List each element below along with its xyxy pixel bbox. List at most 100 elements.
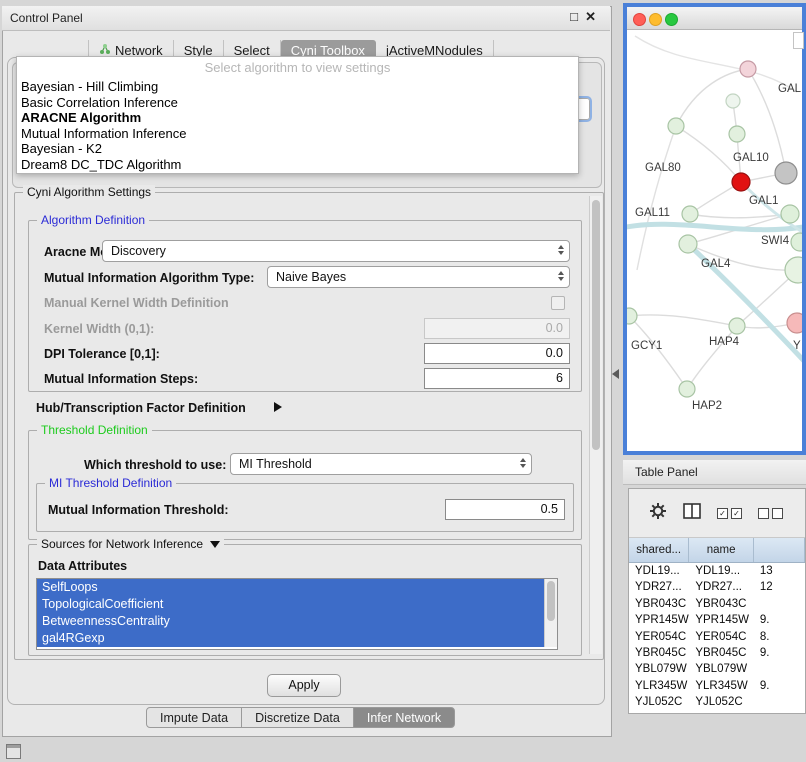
dpi-tolerance-field[interactable]: 0.0 xyxy=(424,343,570,364)
table-cell: YBR043C xyxy=(629,596,689,612)
which-threshold-select[interactable]: MI Threshold xyxy=(230,453,532,475)
network-node[interactable] xyxy=(781,205,799,223)
network-node[interactable] xyxy=(726,94,740,108)
attribute-list-item[interactable]: BetweennessCentrality xyxy=(37,613,547,630)
algorithm-menu-item[interactable]: Bayesian - Hill Climbing xyxy=(17,79,578,95)
algorithm-menu-item[interactable]: ARACNE Algorithm xyxy=(17,110,578,126)
algorithm-menu-item[interactable]: Basic Correlation Inference xyxy=(17,95,578,111)
table-row[interactable]: YJL052CYJL052C xyxy=(629,694,805,710)
kernel-width-field[interactable]: 0.0 xyxy=(424,318,570,339)
network-canvas[interactable]: GALGAL80GAL10GAL11GAL1SWI4GAL4GCY1HAP4YH… xyxy=(627,30,802,451)
manual-kernel-width-checkbox[interactable] xyxy=(551,296,565,310)
bottom-tab-discretize-data[interactable]: Discretize Data xyxy=(241,707,354,728)
network-node[interactable] xyxy=(775,162,797,184)
network-node[interactable] xyxy=(679,381,695,397)
mac-close-button[interactable] xyxy=(633,13,646,26)
table-cell: YJL052C xyxy=(689,694,754,710)
data-attributes-list[interactable]: SelfLoopsTopologicalCoefficientBetweenne… xyxy=(36,578,558,650)
kernel-width-label: Kernel Width (0,1): xyxy=(44,322,154,336)
table-cell: YJL052C xyxy=(629,694,689,710)
algorithm-menu-item[interactable]: Dream8 DC_TDC Algorithm xyxy=(17,157,578,173)
network-node[interactable] xyxy=(732,173,750,191)
chevron-updown-icon xyxy=(558,245,564,255)
table-cell: 9. xyxy=(754,612,805,628)
table-column-header[interactable]: shared... xyxy=(629,538,689,562)
network-edge xyxy=(635,36,797,92)
splitter-collapse-arrow[interactable] xyxy=(612,369,619,379)
control-panel-titlebar[interactable] xyxy=(2,6,610,31)
network-node[interactable] xyxy=(791,233,802,251)
network-node-label: HAP2 xyxy=(692,400,722,412)
attribute-list-item[interactable]: gal4RGexp xyxy=(37,630,547,647)
settings-scrollbar[interactable] xyxy=(589,196,602,654)
network-node-label: HAP4 xyxy=(709,336,740,348)
table-row[interactable]: YBR043CYBR043C xyxy=(629,596,805,612)
table-row[interactable]: YBL079WYBL079W xyxy=(629,661,805,677)
threshold-definition-title: Threshold Definition xyxy=(37,423,152,437)
network-node[interactable] xyxy=(787,313,802,333)
collapse-arrow-icon[interactable] xyxy=(210,541,220,548)
table-row[interactable]: YPR145WYPR145W9. xyxy=(629,612,805,628)
network-node[interactable] xyxy=(729,318,745,334)
table-cell: 8. xyxy=(754,629,805,645)
table-cell: YDL19... xyxy=(629,563,689,579)
network-node[interactable] xyxy=(740,61,756,77)
network-node-label: GAL4 xyxy=(701,258,731,270)
network-node-label: Y xyxy=(793,340,801,352)
close-icon[interactable]: ✕ xyxy=(585,9,596,25)
algorithm-menu-item[interactable]: Bayesian - K2 xyxy=(17,141,578,157)
expand-arrow-icon[interactable] xyxy=(274,402,282,412)
mac-minimize-button[interactable] xyxy=(649,13,662,26)
network-node-label: GAL80 xyxy=(645,162,681,174)
clear-all-checks-icon[interactable] xyxy=(758,508,783,519)
table-column-header[interactable]: name xyxy=(689,538,754,562)
mi-threshold-field[interactable]: 0.5 xyxy=(445,499,565,520)
mi-algorithm-type-select[interactable]: Naive Bayes xyxy=(267,266,570,288)
bottom-tab-infer-network[interactable]: Infer Network xyxy=(353,707,455,728)
table-cell: YPR145W xyxy=(689,612,754,628)
table-row[interactable]: YLR345WYLR345W9. xyxy=(629,678,805,694)
network-node[interactable] xyxy=(627,308,637,324)
algorithm-dropdown-popup: Select algorithm to view settings Bayesi… xyxy=(16,56,579,174)
table-panel-title: Table Panel xyxy=(635,460,698,484)
manual-kernel-width-label: Manual Kernel Width Definition xyxy=(44,296,229,310)
apply-button[interactable]: Apply xyxy=(267,674,341,697)
network-node[interactable] xyxy=(679,235,697,253)
mi-steps-label: Mutual Information Steps: xyxy=(44,372,198,386)
table-row[interactable]: YER054CYER054C8. xyxy=(629,629,805,645)
algorithm-menu-item[interactable]: Mutual Information Inference xyxy=(17,126,578,142)
table-row[interactable]: YDL19...YDL19...13 xyxy=(629,563,805,579)
network-node-label: GAL xyxy=(778,83,802,95)
network-node-label: GAL11 xyxy=(635,207,670,219)
network-node[interactable] xyxy=(682,206,698,222)
attribute-list-item[interactable]: TopologicalCoefficient xyxy=(37,596,547,613)
mi-algorithm-type-label: Mutual Information Algorithm Type: xyxy=(44,271,254,285)
table-column-header[interactable] xyxy=(754,538,805,562)
mac-zoom-button[interactable] xyxy=(665,13,678,26)
table-cell: YDR27... xyxy=(629,579,689,595)
table-window: ✓✓ shared...name YDL19...YDL19...13YDR27… xyxy=(628,488,806,714)
mi-steps-field[interactable]: 6 xyxy=(424,368,570,389)
network-scrollbar[interactable] xyxy=(793,32,804,49)
gear-icon[interactable] xyxy=(649,502,667,525)
dropdown-prompt: Select algorithm to view settings xyxy=(17,57,578,79)
dpi-tolerance-label: DPI Tolerance [0,1]: xyxy=(44,347,160,361)
columns-icon[interactable] xyxy=(683,503,701,524)
network-node-label: GAL10 xyxy=(733,152,769,164)
table-header-row: shared...name xyxy=(629,538,805,563)
float-window-icon[interactable]: □ xyxy=(570,9,578,25)
docked-panel-icon[interactable] xyxy=(6,744,21,759)
aracne-mode-select[interactable]: Discovery xyxy=(102,240,570,262)
table-row[interactable]: YBR045CYBR045C9. xyxy=(629,645,805,661)
list-scrollbar[interactable] xyxy=(544,579,557,647)
table-row[interactable]: YDR27...YDR27...12 xyxy=(629,579,805,595)
table-cell: YER054C xyxy=(689,629,754,645)
bottom-tab-impute-data[interactable]: Impute Data xyxy=(146,707,242,728)
select-all-checks-icon[interactable]: ✓✓ xyxy=(717,508,742,519)
table-cell: YBR043C xyxy=(689,596,754,612)
which-threshold-label: Which threshold to use: xyxy=(84,458,226,472)
attribute-list-item[interactable]: SelfLoops xyxy=(37,579,547,596)
table-cell: YLR345W xyxy=(689,678,754,694)
network-node[interactable] xyxy=(668,118,684,134)
network-node[interactable] xyxy=(729,126,745,142)
